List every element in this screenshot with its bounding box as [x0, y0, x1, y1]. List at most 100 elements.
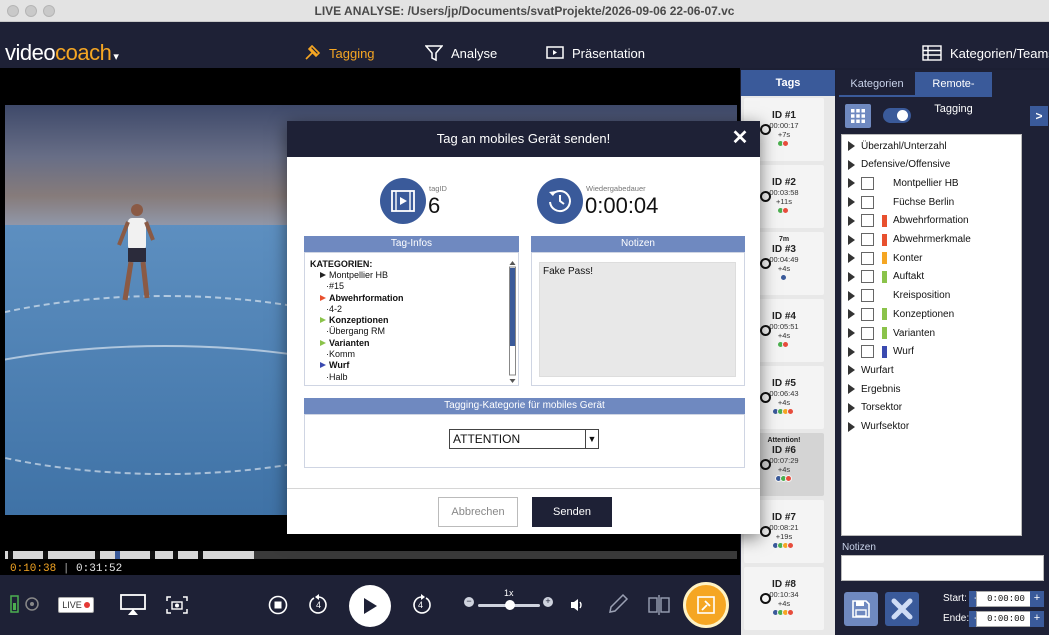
expand-triangle-icon[interactable]: [848, 384, 855, 395]
category-row[interactable]: Defensive/Offensive: [848, 156, 950, 174]
expand-triangle-icon[interactable]: [848, 253, 855, 264]
taginfos-scrollbar[interactable]: [509, 261, 516, 383]
notizen-input[interactable]: [841, 555, 1044, 581]
speed-slider[interactable]: [478, 600, 540, 610]
airplay-icon[interactable]: [120, 594, 146, 616]
timeline-marker[interactable]: [95, 551, 100, 559]
category-color-swatch: [882, 327, 887, 339]
brand-logo[interactable]: videocoach ▾: [5, 40, 119, 66]
play-button[interactable]: [349, 585, 391, 627]
timeline-marker[interactable]: [150, 551, 155, 559]
dialog-close-button[interactable]: ✕: [730, 128, 750, 148]
category-row[interactable]: Konzeptionen: [848, 305, 954, 323]
category-arrow-icon: [320, 271, 326, 278]
expand-triangle-icon[interactable]: [848, 159, 855, 170]
category-row[interactable]: Auftakt: [848, 268, 924, 286]
category-checkbox[interactable]: [861, 326, 874, 340]
category-row[interactable]: Konter: [848, 249, 922, 267]
cancel-button[interactable]: Abbrechen: [438, 497, 518, 527]
grid-view-button[interactable]: [845, 104, 871, 128]
timeline-bar[interactable]: [5, 551, 737, 559]
category-row[interactable]: Varianten: [848, 324, 935, 342]
timeline-marker[interactable]: [198, 551, 203, 559]
delete-button[interactable]: [885, 592, 919, 626]
speed-minus-icon[interactable]: −: [464, 597, 474, 607]
timeline-marker[interactable]: [173, 551, 178, 559]
expand-triangle-icon[interactable]: [848, 290, 855, 301]
category-checkbox[interactable]: [861, 251, 874, 265]
category-checkbox[interactable]: [861, 195, 874, 209]
nav-kategorien-teams[interactable]: Kategorien/Teams: [922, 42, 1049, 64]
timeline-marker[interactable]: [8, 551, 13, 559]
speed-plus-icon[interactable]: +: [543, 597, 553, 607]
category-checkbox[interactable]: [861, 270, 874, 284]
top-navigation: videocoach ▾ Tagging Analyse Präsentation…: [0, 22, 1049, 68]
live-button[interactable]: LIVE: [58, 597, 94, 613]
speed-label: 1x: [504, 588, 514, 598]
expand-triangle-icon[interactable]: [848, 234, 855, 245]
start-time-field[interactable]: 0:00:00: [976, 591, 1036, 607]
category-checkbox[interactable]: [861, 233, 874, 246]
split-compare-icon[interactable]: [648, 595, 670, 615]
category-row[interactable]: Wurfsektor: [848, 418, 909, 436]
category-row[interactable]: Ergebnis: [848, 380, 900, 398]
expand-triangle-icon[interactable]: [848, 421, 855, 432]
category-arrow-icon: [320, 339, 326, 346]
send-button[interactable]: Senden: [532, 497, 612, 527]
save-button[interactable]: [844, 592, 878, 626]
tagid-label: tagID: [429, 184, 447, 193]
expand-triangle-icon[interactable]: [848, 215, 855, 226]
category-checkbox[interactable]: [861, 345, 874, 359]
category-row[interactable]: Überzahl/Unterzahl: [848, 137, 947, 155]
nav-analyse[interactable]: Analyse: [425, 42, 497, 64]
quick-tag-button[interactable]: [683, 582, 729, 628]
category-row[interactable]: Abwehrformation: [848, 212, 969, 230]
category-row[interactable]: Abwehrmerkmale: [848, 231, 971, 249]
category-checkbox[interactable]: [861, 176, 874, 190]
category-row[interactable]: Füchse Berlin: [848, 193, 954, 211]
start-plus-button[interactable]: +: [1030, 591, 1044, 607]
category-row[interactable]: Wurf: [848, 343, 914, 361]
ende-time-field[interactable]: 0:00:00: [976, 611, 1036, 627]
expand-triangle-icon[interactable]: [848, 328, 855, 338]
category-row[interactable]: Torsektor: [848, 399, 902, 417]
expand-triangle-icon[interactable]: [848, 197, 855, 208]
screenshot-camera-icon[interactable]: [166, 595, 188, 615]
toggle-switch[interactable]: [883, 108, 911, 123]
pencil-icon[interactable]: [607, 593, 629, 615]
category-checkbox[interactable]: [861, 289, 874, 303]
tab-kategorien[interactable]: Kategorien: [839, 72, 915, 97]
replay-clock-icon: [549, 190, 571, 213]
category-row[interactable]: Wurfart: [848, 361, 894, 379]
category-row[interactable]: Montpellier HB: [848, 174, 959, 192]
notes-text[interactable]: Fake Pass!: [539, 262, 736, 377]
nav-praesentation[interactable]: Präsentation: [546, 42, 645, 64]
expand-triangle-icon[interactable]: [848, 365, 855, 376]
volume-icon[interactable]: [570, 597, 586, 613]
expand-triangle-icon[interactable]: [848, 402, 855, 413]
category-checkbox[interactable]: [861, 307, 874, 321]
ende-plus-button[interactable]: +: [1030, 611, 1044, 627]
speed-slider-handle[interactable]: [505, 600, 515, 610]
forward-button[interactable]: 4: [410, 594, 432, 616]
rewind-button[interactable]: 4: [308, 594, 330, 616]
expand-triangle-icon[interactable]: [848, 346, 855, 357]
timeline-marker[interactable]: [43, 551, 48, 559]
duration-value: 0:00:04: [585, 193, 659, 218]
stop-icon[interactable]: [268, 595, 288, 615]
timeline-marker[interactable]: [115, 551, 120, 559]
start-label: Start:: [943, 593, 967, 604]
expand-panel-button[interactable]: >: [1030, 106, 1048, 126]
expand-triangle-icon[interactable]: [848, 309, 855, 320]
mobile-category-select[interactable]: ATTENTION ▼: [449, 429, 599, 449]
tag-card[interactable]: ID #8 00:10:34 +4s: [744, 567, 824, 630]
expand-triangle-icon[interactable]: [848, 271, 855, 282]
category-row[interactable]: Kreisposition: [848, 287, 950, 305]
category-checkbox[interactable]: [861, 214, 874, 228]
expand-triangle-icon[interactable]: [848, 141, 855, 151]
tab-remote-tagging[interactable]: Remote-Tagging: [915, 72, 992, 115]
signal-icon[interactable]: [10, 594, 42, 614]
category-label: Montpellier HB: [893, 177, 959, 189]
expand-triangle-icon[interactable]: [848, 178, 855, 189]
nav-tagging[interactable]: Tagging: [303, 42, 375, 64]
